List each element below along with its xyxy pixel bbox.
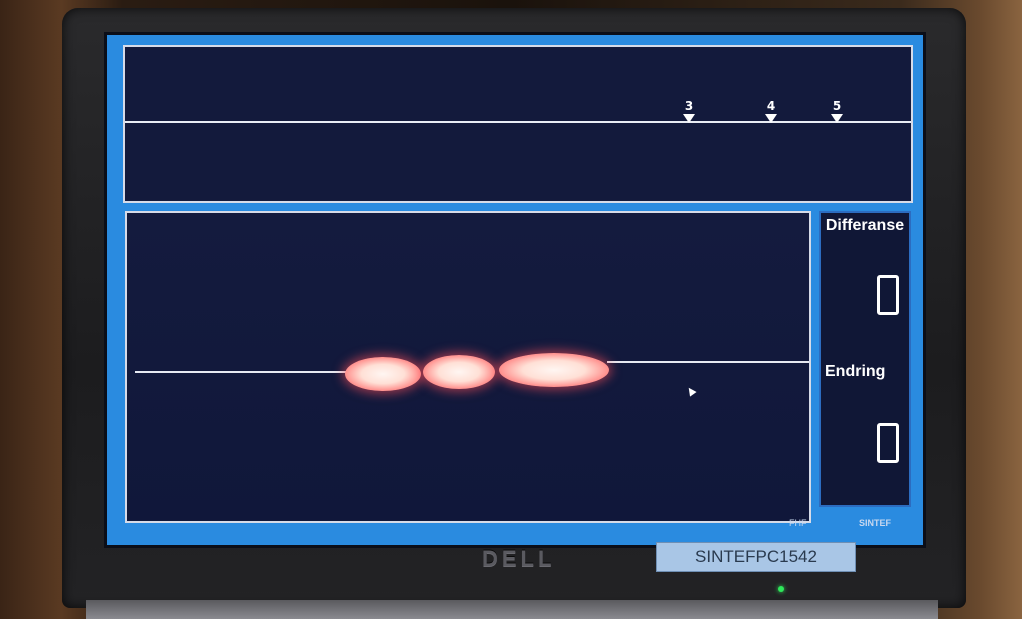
overview-track-line xyxy=(125,121,911,123)
down-triangle-icon xyxy=(765,114,777,123)
detected-object-3 xyxy=(499,353,609,387)
track-marker-5: 5 xyxy=(829,99,845,123)
down-triangle-icon xyxy=(831,114,843,123)
detail-track-panel xyxy=(125,211,811,523)
difference-label: Differanse xyxy=(825,217,905,234)
difference-value: 0 xyxy=(877,275,899,315)
dell-logo: DELL xyxy=(482,546,556,571)
readout-panel: Differanse 0 Endring 0 xyxy=(819,211,911,507)
track-marker-3: 3 xyxy=(681,99,697,123)
detected-object-2 xyxy=(423,355,495,389)
mouse-cursor-icon xyxy=(685,385,697,397)
detail-baseline-left xyxy=(135,371,349,373)
track-marker-5-label: 5 xyxy=(832,99,842,113)
overview-track-panel: 3 4 5 xyxy=(123,45,913,203)
detected-object-1 xyxy=(345,357,421,391)
change-value: 0 xyxy=(877,423,899,463)
sintef-logo: SINTEF xyxy=(859,518,892,528)
laptop-hinge xyxy=(86,600,938,619)
track-marker-4-label: 4 xyxy=(766,99,776,113)
detail-baseline-right xyxy=(607,361,809,363)
asset-tag-label: SINTEFPC1542 xyxy=(656,542,856,572)
fhf-logo: FHF xyxy=(789,518,807,528)
power-led-icon xyxy=(778,586,784,592)
change-label: Endring xyxy=(825,363,886,380)
down-triangle-icon xyxy=(683,114,695,123)
track-marker-4: 4 xyxy=(763,99,779,123)
app-screen: 3 4 5 Differanse 0 Endring 0 FHF SINTEF xyxy=(104,32,926,548)
track-marker-3-label: 3 xyxy=(684,99,694,113)
